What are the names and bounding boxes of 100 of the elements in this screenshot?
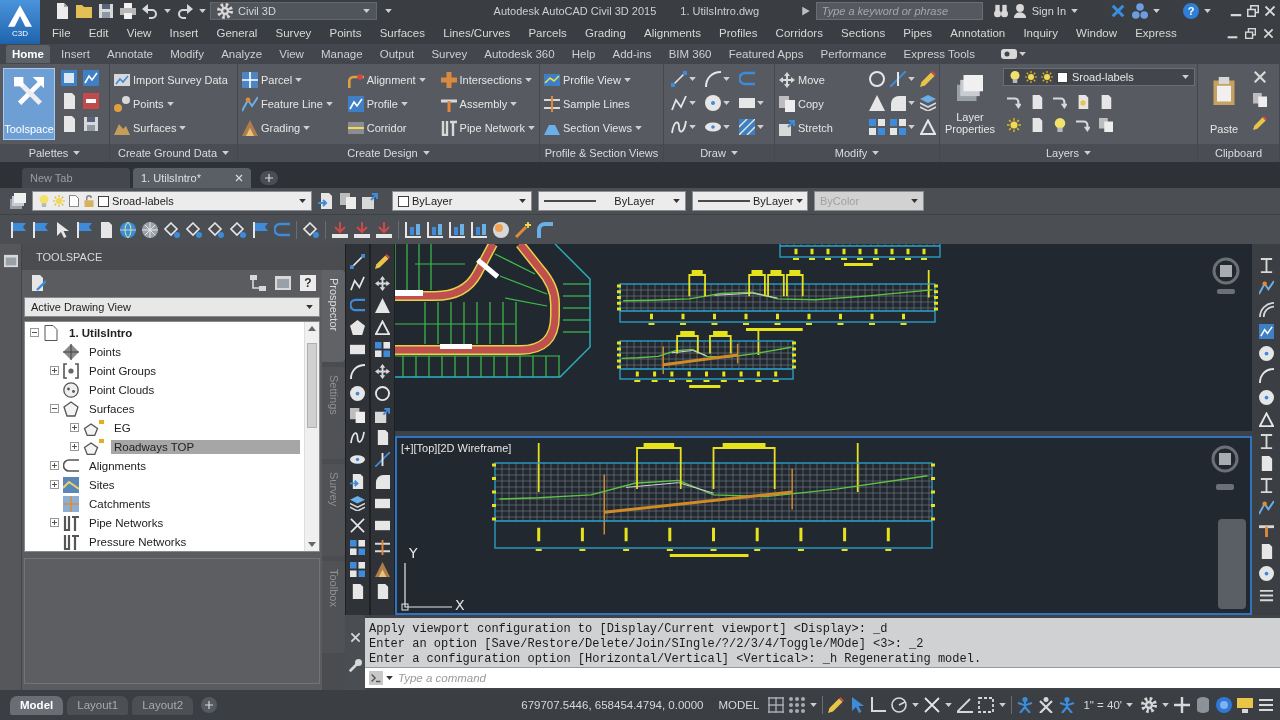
viewport[interactable]: [395, 244, 1252, 431]
sheet-arrow-icon[interactable]: [318, 193, 334, 209]
menu-item[interactable]: Survey: [275, 27, 312, 39]
ellipse-icon[interactable]: [350, 452, 365, 467]
pages-icon[interactable]: [340, 193, 356, 209]
ribbon-command[interactable]: Section Views: [543, 116, 643, 139]
sheet-icon[interactable]: [1030, 118, 1044, 132]
undo-icon[interactable]: [142, 3, 158, 19]
panel-title-button[interactable]: Create Ground Data: [110, 144, 237, 162]
stack-icon[interactable]: [350, 496, 365, 511]
ribbon-command[interactable]: Grading: [241, 116, 334, 139]
panel-title-button[interactable]: Profile & Section Views: [540, 144, 663, 162]
disc-icon[interactable]: [1258, 346, 1274, 361]
grid-icon[interactable]: [375, 342, 390, 357]
ribbon-large-button[interactable]: Paste: [1201, 68, 1247, 140]
menu-item[interactable]: General: [216, 27, 258, 39]
line-icon[interactable]: [350, 254, 365, 269]
dashed-square-icon[interactable]: [978, 697, 995, 713]
workspace-dropdown[interactable]: Civil 3D: [210, 2, 377, 20]
panel-icon[interactable]: [3, 254, 18, 268]
cross-icon[interactable]: [1263, 27, 1274, 39]
sign-in-button[interactable]: Sign In: [1031, 5, 1066, 17]
caret-icon[interactable]: [164, 9, 171, 13]
caret-icon[interactable]: [1162, 703, 1169, 707]
command-input[interactable]: Type a command: [396, 672, 700, 684]
caret-down-icon[interactable]: [308, 542, 316, 547]
ribbon-tab[interactable]: BIM 360: [662, 45, 718, 63]
ribbon-tab[interactable]: Output: [373, 45, 421, 63]
sheet-icon[interactable]: [61, 116, 77, 132]
i-beam-icon[interactable]: [1258, 478, 1274, 493]
annotation-scale-button[interactable]: 1" = 40': [1083, 699, 1133, 711]
ribbon-tab[interactable]: Express Tools: [897, 45, 981, 63]
disc-icon[interactable]: [705, 95, 721, 111]
arrows-icon[interactable]: [375, 364, 390, 379]
triangle-icon[interactable]: [375, 298, 390, 313]
pencil-icon[interactable]: [1253, 116, 1267, 130]
down-arrow-icon[interactable]: [354, 221, 370, 238]
menu-item[interactable]: Pipes: [903, 27, 933, 39]
help-button[interactable]: ?: [300, 275, 316, 291]
plus-box-icon[interactable]: [70, 442, 79, 451]
plus-box-icon[interactable]: [50, 518, 59, 527]
color-dropdown[interactable]: ByLayer: [392, 191, 532, 211]
crossing-lines-icon[interactable]: [890, 71, 906, 87]
pentagon-icon[interactable]: [350, 320, 365, 335]
pipe-bend-icon[interactable]: [537, 221, 553, 238]
cursor-icon[interactable]: [849, 697, 866, 713]
dots-grid-icon[interactable]: [789, 697, 806, 713]
crossed-figure-icon[interactable]: [1038, 697, 1055, 713]
hierarchy-icon[interactable]: [250, 275, 266, 291]
ribbon-tab[interactable]: Home: [6, 45, 50, 63]
menu-item[interactable]: View: [126, 27, 152, 39]
document-icon[interactable]: [54, 3, 70, 19]
menu-item[interactable]: Insert: [169, 27, 199, 39]
ribbon-command[interactable]: Sample Lines: [543, 92, 643, 115]
target-disc-icon[interactable]: [1216, 697, 1232, 713]
ribbon-tab[interactable]: Annotate: [100, 45, 159, 63]
arc-icon[interactable]: [1258, 368, 1274, 383]
rectangle-icon[interactable]: [739, 95, 755, 111]
triangle-outline-icon[interactable]: [1258, 412, 1274, 427]
arrows-icon[interactable]: [375, 276, 390, 291]
rounded-corner-icon[interactable]: [890, 95, 906, 111]
application-menu-button[interactable]: C3D: [0, 0, 40, 44]
corner-square-icon[interactable]: [362, 193, 378, 209]
chart-tile-icon[interactable]: [1258, 324, 1274, 339]
ribbon-command[interactable]: Pipe Network: [439, 116, 536, 139]
restore-icon[interactable]: [1245, 27, 1256, 39]
monitor-icon[interactable]: [1237, 697, 1253, 713]
ribbon-command[interactable]: Move: [778, 68, 834, 91]
viewcube-icon[interactable]: [1211, 445, 1239, 490]
down-arrow-icon[interactable]: [376, 221, 392, 238]
menu-icon[interactable]: [1258, 588, 1274, 603]
ribbon-command[interactable]: Feature Line: [241, 92, 334, 115]
tree-item[interactable]: Surfaces: [86, 401, 138, 416]
ribbon-command[interactable]: Profile View: [543, 68, 643, 91]
menu-item[interactable]: Edit: [88, 27, 109, 39]
document-tab[interactable]: 1. UtilsIntro*: [133, 168, 251, 188]
pencil-icon[interactable]: [828, 697, 845, 713]
corner-square-icon[interactable]: [375, 408, 390, 423]
model-space-button[interactable]: MODEL: [714, 699, 764, 711]
panel-title-button[interactable]: Modify: [775, 144, 939, 162]
spoked-disc-icon[interactable]: [142, 221, 158, 238]
ribbon-tab[interactable]: Modify: [164, 45, 210, 63]
tree-item[interactable]: Point Groups: [86, 363, 160, 378]
cursor-icon[interactable]: [54, 221, 70, 238]
page-pen-icon[interactable]: [30, 275, 46, 291]
folder-icon[interactable]: [76, 3, 92, 19]
cross-lines-icon[interactable]: [924, 697, 941, 713]
wrench-icon[interactable]: [348, 659, 362, 673]
menu-item[interactable]: Lines/Curves: [443, 27, 511, 39]
disc-icon[interactable]: [350, 386, 365, 401]
menu-item[interactable]: Corridors: [775, 27, 823, 39]
search-field[interactable]: Type a keyword or phrase: [815, 2, 983, 20]
tree-item[interactable]: Pipe Networks: [86, 515, 167, 530]
l-shape-icon[interactable]: [870, 697, 887, 713]
ribbon-command[interactable]: Points: [113, 92, 229, 115]
ribbon-tab[interactable]: Featured Apps: [722, 45, 810, 63]
angle-icon[interactable]: [957, 697, 974, 713]
hatch-icon[interactable]: [739, 119, 755, 135]
rectangle-icon[interactable]: [350, 342, 365, 357]
arc-icon[interactable]: [705, 71, 721, 87]
